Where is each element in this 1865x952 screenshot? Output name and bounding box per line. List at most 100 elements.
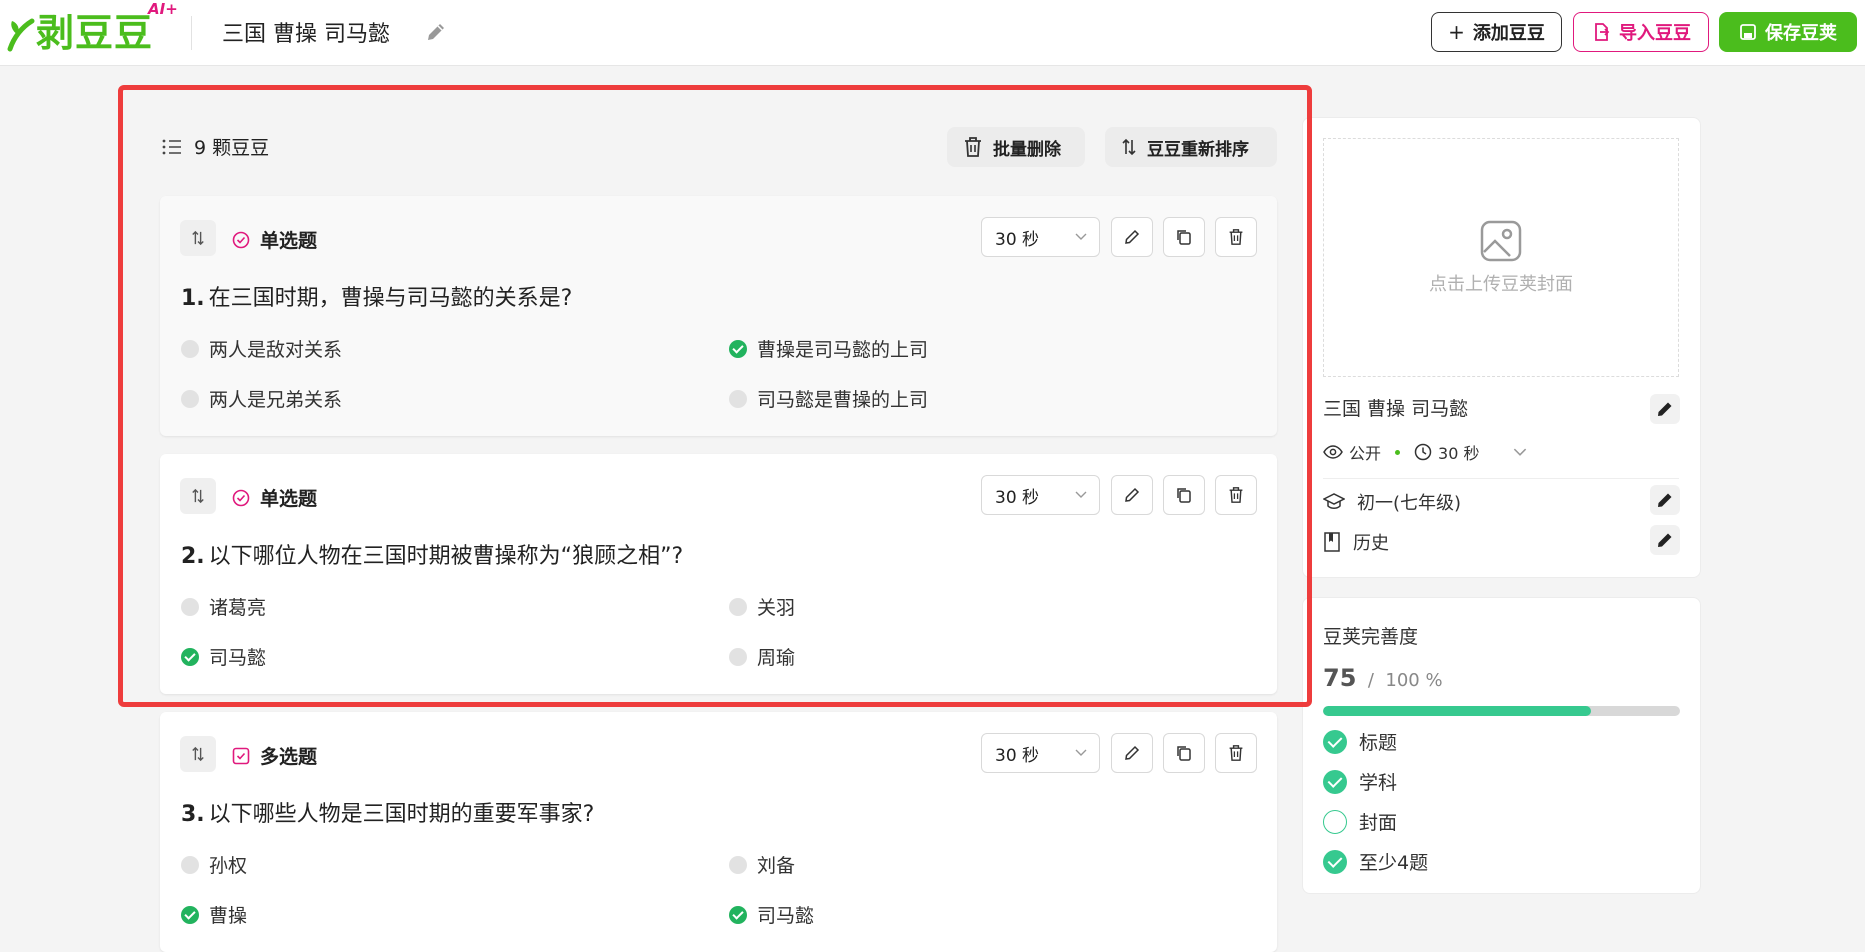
option-label: 司马懿	[757, 905, 815, 927]
option[interactable]: 司马懿	[181, 643, 266, 670]
book-icon	[1324, 532, 1340, 552]
option-label: 两人是敌对关系	[209, 339, 343, 361]
drag-handle[interactable]	[180, 220, 216, 256]
option[interactable]: 司马懿是曹操的上司	[729, 385, 928, 412]
subject-row: 历史	[1323, 529, 1389, 555]
option[interactable]: 刘备	[729, 851, 795, 878]
save-icon	[1740, 24, 1756, 40]
option[interactable]: 司马懿	[729, 901, 814, 928]
completeness-title: 豆荚完善度	[1323, 626, 1419, 648]
drag-handle[interactable]	[180, 736, 216, 772]
option-label: 两人是兄弟关系	[209, 389, 343, 411]
option[interactable]: 周瑜	[729, 643, 795, 670]
option[interactable]: 关羽	[729, 593, 795, 620]
correct-check-icon	[729, 905, 747, 924]
score-value: 75	[1323, 664, 1357, 692]
logo[interactable]: 剥豆豆	[6, 8, 153, 58]
save-pod-button[interactable]: 保存豆荚	[1719, 12, 1857, 52]
question-body: 在三国时期，曹操与司马懿的关系是?	[208, 286, 573, 311]
grade-row: 初一(七年级)	[1323, 489, 1461, 515]
question-number: 1.	[181, 286, 205, 311]
time-limit-value: 30 秒	[995, 229, 1040, 250]
time-limit-select[interactable]: 30 秒	[981, 217, 1100, 257]
option[interactable]: 曹操	[181, 901, 247, 928]
delete-question-button[interactable]	[1215, 733, 1257, 773]
option-label: 司马懿是曹操的上司	[757, 389, 929, 411]
checklist-label: 标题	[1359, 732, 1398, 754]
save-pod-label: 保存豆荚	[1765, 23, 1837, 44]
pencil-icon	[1125, 229, 1140, 244]
list-header: 9 颗豆豆 批量删除 豆豆重新排序	[160, 124, 1277, 168]
question-type-label: 单选题	[260, 230, 318, 252]
copy-icon	[1177, 746, 1191, 761]
pencil-icon	[1658, 402, 1672, 416]
question-text: 3. 以下哪些人物是三国时期的重要军事家?	[181, 796, 594, 828]
delete-question-button[interactable]	[1215, 217, 1257, 257]
radio-icon	[181, 339, 199, 358]
import-file-icon	[1595, 23, 1610, 41]
edit-question-button[interactable]	[1111, 733, 1153, 773]
option[interactable]: 两人是敌对关系	[181, 335, 342, 362]
import-bean-button[interactable]: 导入豆豆	[1573, 12, 1709, 52]
edit-question-button[interactable]	[1111, 475, 1153, 515]
trash-icon	[1229, 229, 1243, 245]
grade-label: 初一(七年级)	[1357, 493, 1462, 514]
checklist-label: 至少4题	[1359, 852, 1429, 874]
subject-label: 历史	[1353, 533, 1389, 554]
edit-pod-title-button[interactable]	[1650, 394, 1680, 424]
question-type: 单选题	[232, 226, 317, 253]
option[interactable]: 孙权	[181, 851, 247, 878]
pod-meta: 公开 30 秒	[1323, 440, 1527, 464]
time-limit-select[interactable]: 30 秒	[981, 475, 1100, 515]
radio-icon	[729, 597, 747, 616]
empty-circle-icon	[1323, 809, 1347, 834]
question-card[interactable]: 多选题 30 秒 3. 以下哪些人物是三国时期的重要军事家? 孙权 刘备 曹操 司…	[160, 712, 1277, 952]
score-total: 100 %	[1385, 670, 1443, 691]
time-limit-select[interactable]: 30 秒	[981, 733, 1100, 773]
question-type: 多选题	[232, 742, 317, 769]
logo-ai-badge: AI+	[148, 0, 178, 18]
graduation-cap-icon	[1323, 493, 1345, 509]
reorder-button[interactable]: 豆豆重新排序	[1105, 127, 1277, 167]
option-label: 刘备	[757, 855, 796, 877]
copy-question-button[interactable]	[1163, 475, 1205, 515]
option[interactable]: 诸葛亮	[181, 593, 266, 620]
eye-icon	[1323, 445, 1343, 459]
edit-grade-button[interactable]	[1650, 485, 1680, 515]
cover-upload-label: 点击上传豆荚封面	[1429, 273, 1573, 295]
question-text: 2. 以下哪位人物在三国时期被曹操称为“狼顾之相”?	[181, 538, 683, 570]
chevron-down-icon[interactable]	[1513, 448, 1527, 457]
question-card[interactable]: 单选题 30 秒 1. 在三国时期，曹操与司马懿的关系是? 两人是敌对关系 曹操是…	[160, 196, 1277, 436]
edit-question-button[interactable]	[1111, 217, 1153, 257]
add-bean-button[interactable]: + 添加豆豆	[1431, 12, 1562, 52]
check-circle-icon	[1323, 849, 1347, 874]
single-choice-icon	[232, 489, 250, 506]
question-type: 单选题	[232, 484, 317, 511]
duration-label[interactable]: 30 秒	[1438, 440, 1479, 464]
score-separator: /	[1367, 670, 1374, 691]
question-type-label: 多选题	[260, 746, 318, 768]
trash-icon	[965, 137, 981, 157]
chevron-down-icon	[1075, 491, 1087, 498]
pencil-icon	[1658, 493, 1672, 507]
option[interactable]: 曹操是司马懿的上司	[729, 335, 928, 362]
drag-handle[interactable]	[180, 478, 216, 514]
edit-subject-button[interactable]	[1650, 525, 1680, 555]
question-text: 1. 在三国时期，曹操与司马懿的关系是?	[181, 280, 572, 312]
question-count-label: 9 颗豆豆	[194, 137, 270, 159]
time-limit-value: 30 秒	[995, 487, 1040, 508]
edit-title-icon[interactable]	[424, 20, 448, 44]
option[interactable]: 两人是兄弟关系	[181, 385, 342, 412]
completeness-bar	[1323, 706, 1680, 716]
copy-question-button[interactable]	[1163, 733, 1205, 773]
correct-check-icon	[729, 339, 747, 358]
pod-info-panel: 点击上传豆荚封面 三国 曹操 司马懿 公开 30 秒 初一(七年级) 历史	[1302, 117, 1701, 578]
visibility-label[interactable]: 公开	[1349, 440, 1381, 464]
question-card[interactable]: 单选题 30 秒 2. 以下哪位人物在三国时期被曹操称为“狼顾之相”? 诸葛亮 关…	[160, 454, 1277, 694]
multiple-choice-icon	[232, 747, 250, 764]
cover-upload[interactable]: 点击上传豆荚封面	[1323, 138, 1679, 377]
batch-delete-button[interactable]: 批量删除	[947, 127, 1085, 167]
trash-icon	[1229, 487, 1243, 503]
delete-question-button[interactable]	[1215, 475, 1257, 515]
copy-question-button[interactable]	[1163, 217, 1205, 257]
